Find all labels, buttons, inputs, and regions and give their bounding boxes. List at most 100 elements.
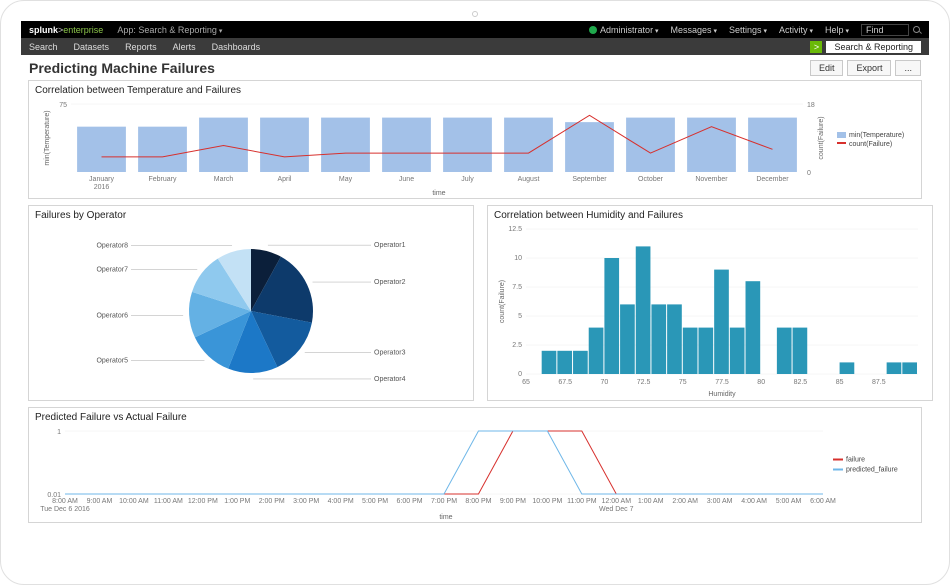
svg-text:May: May — [339, 176, 353, 183]
svg-text:0: 0 — [518, 371, 522, 378]
nav-dashboards[interactable]: Dashboards — [212, 42, 261, 52]
nav-alerts[interactable]: Alerts — [173, 42, 196, 52]
edit-button[interactable]: Edit — [810, 60, 844, 76]
svg-text:April: April — [277, 176, 291, 183]
svg-text:Operator8: Operator8 — [96, 243, 128, 250]
panel-failures-by-operator: Failures by Operator Operator1Operator2O… — [28, 205, 474, 401]
svg-text:85: 85 — [836, 379, 844, 386]
svg-text:min(Temperature): min(Temperature) — [44, 110, 51, 165]
svg-text:8:00 PM: 8:00 PM — [465, 498, 491, 505]
svg-text:Humidity: Humidity — [708, 391, 736, 398]
activity-menu[interactable]: Activity — [779, 25, 813, 35]
svg-text:75: 75 — [679, 379, 687, 386]
svg-text:9:00 AM: 9:00 AM — [87, 498, 113, 505]
svg-text:Operator5: Operator5 — [96, 358, 128, 365]
app-nav: Search Datasets Reports Alerts Dashboard… — [21, 38, 929, 55]
svg-text:count(Failure): count(Failure) — [849, 141, 892, 148]
svg-text:65: 65 — [522, 379, 530, 386]
svg-text:10:00 AM: 10:00 AM — [119, 498, 149, 505]
svg-text:75: 75 — [59, 102, 67, 109]
svg-text:failure: failure — [846, 457, 865, 464]
svg-text:5: 5 — [518, 313, 522, 320]
svg-text:January: January — [89, 176, 114, 183]
messages-menu[interactable]: Messages — [671, 25, 718, 35]
svg-text:Wed Dec 7: Wed Dec 7 — [599, 506, 634, 513]
svg-text:5:00 PM: 5:00 PM — [362, 498, 388, 505]
svg-text:count(Failure): count(Failure) — [499, 280, 506, 323]
svg-text:Tue Dec 6 2016: Tue Dec 6 2016 — [40, 506, 90, 513]
svg-text:2:00 PM: 2:00 PM — [259, 498, 285, 505]
panel-predicted-actual: Predicted Failure vs Actual Failure 10.0… — [28, 407, 922, 523]
svg-text:0: 0 — [807, 170, 811, 177]
svg-text:11:00 AM: 11:00 AM — [154, 498, 183, 505]
svg-text:1: 1 — [57, 429, 61, 436]
svg-text:Operator3: Operator3 — [374, 350, 406, 357]
app-selector[interactable]: App: Search & Reporting — [117, 25, 222, 35]
device-camera — [472, 11, 478, 17]
svg-text:Operator4: Operator4 — [374, 376, 406, 383]
svg-text:_time: _time — [427, 190, 445, 196]
panel-temperature-failures: Correlation between Temperature and Fail… — [28, 80, 922, 199]
svg-text:4:00 PM: 4:00 PM — [328, 498, 354, 505]
svg-text:12.5: 12.5 — [508, 226, 522, 233]
search-icon[interactable] — [913, 26, 921, 34]
svg-text:4:00 AM: 4:00 AM — [741, 498, 767, 505]
more-button[interactable]: ... — [895, 60, 921, 76]
panel-title: Correlation between Humidity and Failure… — [494, 210, 926, 221]
svg-text:min(Temperature): min(Temperature) — [849, 132, 904, 139]
svg-text:Operator7: Operator7 — [96, 266, 128, 273]
svg-text:2.5: 2.5 — [512, 342, 522, 349]
panel-row: Failures by Operator Operator1Operator2O… — [21, 205, 929, 407]
panel-title: Predicted Failure vs Actual Failure — [35, 412, 915, 423]
settings-menu[interactable]: Settings — [729, 25, 767, 35]
svg-text:July: July — [461, 176, 474, 183]
svg-text:12:00 AM: 12:00 AM — [601, 498, 631, 505]
svg-text:18: 18 — [807, 102, 815, 109]
chart-temperature-failures: 75 min(Temperature) 18 0 count(Failure) Janua… — [35, 98, 913, 196]
svg-text:80: 80 — [757, 379, 765, 386]
svg-text:11:00 PM: 11:00 PM — [567, 498, 597, 505]
svg-text:_time: _time — [434, 514, 452, 520]
svg-text:November: November — [695, 176, 728, 183]
svg-text:10: 10 — [514, 255, 522, 262]
svg-text:72.5: 72.5 — [637, 379, 651, 386]
user-icon — [589, 26, 597, 34]
export-button[interactable]: Export — [847, 60, 891, 76]
svg-text:August: August — [518, 176, 540, 183]
app-name: Search & Reporting — [826, 41, 921, 53]
panel-title: Failures by Operator — [35, 210, 467, 221]
global-nav: splunk>enterprise App: Search & Reportin… — [21, 21, 929, 38]
svg-text:Operator1: Operator1 — [374, 242, 406, 249]
help-menu[interactable]: Help — [825, 25, 849, 35]
svg-text:3:00 PM: 3:00 PM — [293, 498, 319, 505]
svg-text:October: October — [638, 176, 664, 183]
svg-text:10:00 PM: 10:00 PM — [532, 498, 562, 505]
nav-datasets[interactable]: Datasets — [74, 42, 110, 52]
page-title: Predicting Machine Failures — [29, 60, 215, 76]
svg-text:Operator6: Operator6 — [96, 312, 128, 319]
svg-text:7.5: 7.5 — [512, 284, 522, 291]
svg-text:December: December — [756, 176, 789, 183]
svg-text:77.5: 77.5 — [715, 379, 729, 386]
chart-failures-by-operator: Operator1 Operator2 Operator3 Operator4 Oper… — [35, 223, 467, 398]
find-input[interactable]: Find — [861, 24, 909, 36]
svg-text:5:00 AM: 5:00 AM — [776, 498, 802, 505]
chart-humidity-failures: 02.557.51012.5count(Failure)6567.57072.5… — [494, 223, 926, 398]
svg-text:count(Failure): count(Failure) — [818, 116, 825, 159]
panel-humidity-failures: Correlation between Humidity and Failure… — [487, 205, 933, 401]
svg-text:Operator2: Operator2 — [374, 279, 406, 286]
svg-text:12:00 PM: 12:00 PM — [188, 498, 218, 505]
svg-text:predicted_failure: predicted_failure — [846, 467, 898, 474]
svg-text:2016: 2016 — [94, 184, 110, 191]
nav-search[interactable]: Search — [29, 42, 58, 52]
nav-reports[interactable]: Reports — [125, 42, 157, 52]
panel-title: Correlation between Temperature and Fail… — [35, 85, 915, 96]
svg-text:9:00 PM: 9:00 PM — [500, 498, 526, 505]
administrator-menu[interactable]: Administrator — [589, 25, 658, 35]
chart-predicted-actual: 10.018:00 AMTue Dec 6 20169:00 AM10:00 A… — [35, 425, 913, 520]
svg-text:2:00 AM: 2:00 AM — [672, 498, 698, 505]
brand-logo: splunk>enterprise — [29, 25, 103, 35]
svg-text:6:00 PM: 6:00 PM — [397, 498, 423, 505]
svg-text:7:00 PM: 7:00 PM — [431, 498, 457, 505]
svg-text:February: February — [148, 176, 177, 183]
